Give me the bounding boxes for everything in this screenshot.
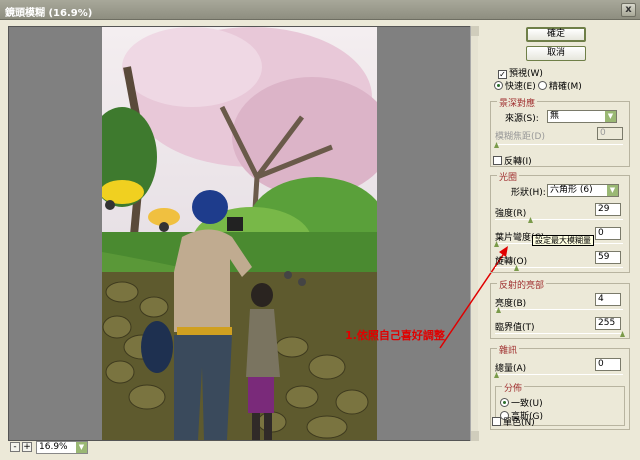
radio-icon — [538, 81, 547, 90]
threshold-slider[interactable] — [495, 333, 623, 334]
amount-input[interactable]: 0 — [595, 358, 621, 371]
cancel-button[interactable]: 取消 — [526, 46, 586, 61]
amount-label: 總量(A) — [495, 364, 527, 374]
preview-checkbox[interactable]: ✓ 預視(W) — [498, 66, 543, 79]
radius-thumb[interactable] — [528, 217, 533, 223]
radio-icon — [494, 81, 503, 90]
ok-button[interactable]: 確定 — [526, 27, 586, 42]
mono-checkbox[interactable]: 單色(N) — [492, 415, 535, 428]
chevron-down-icon: ▼ — [607, 185, 618, 196]
specular-group: 反射的亮部 亮度(B) 4 臨界值(T) 255 — [490, 278, 630, 339]
threshold-input[interactable]: 255 — [595, 317, 621, 330]
amount-slider[interactable] — [495, 374, 623, 375]
distribution-title: 分佈 — [502, 381, 525, 394]
checkbox-icon — [493, 156, 502, 165]
uniform-radio[interactable]: 一致(U) — [500, 396, 543, 409]
annotation-text: 1.依照自己喜好調整 — [345, 329, 445, 342]
noise-title: 雜訊 — [497, 343, 520, 356]
source-select[interactable]: 無 ▼ — [547, 110, 617, 123]
depth-map-group: 景深對應 來源(S): 無 ▼ 模糊焦距(D) 0 反轉(I) — [490, 96, 630, 167]
threshold-label: 臨界值(T) — [495, 323, 535, 333]
iris-group: 光圈 形狀(H): 六角形 (6) ▼ 強度(R) 29 葉片彎度(C) 0 旋… — [490, 170, 630, 273]
radius-slider[interactable] — [495, 219, 623, 220]
rotation-slider[interactable] — [495, 267, 623, 268]
radius-input[interactable]: 29 — [595, 203, 621, 216]
check-icon: ✓ — [498, 70, 507, 79]
threshold-thumb[interactable] — [620, 331, 625, 337]
precise-radio[interactable]: 精確(M) — [538, 79, 582, 92]
source-label: 來源(S): — [505, 114, 539, 124]
chevron-down-icon: ▼ — [605, 111, 616, 122]
rotation-input[interactable]: 59 — [595, 251, 621, 264]
iris-title: 光圈 — [497, 170, 520, 183]
blur-focal-input[interactable]: 0 — [597, 127, 623, 140]
radio-icon — [500, 398, 509, 407]
blur-focal-slider[interactable] — [495, 144, 623, 145]
rotation-label: 旋轉(O) — [495, 257, 528, 267]
radius-tooltip: 設定最大模糊量 — [532, 235, 594, 246]
checkbox-icon — [492, 417, 501, 426]
radius-label: 強度(R) — [495, 209, 527, 219]
specular-title: 反射的亮部 — [497, 278, 547, 291]
invert-checkbox[interactable]: 反轉(I) — [493, 154, 532, 167]
shape-select[interactable]: 六角形 (6) ▼ — [547, 184, 619, 197]
blur-focal-label: 模糊焦距(D) — [495, 132, 545, 142]
brightness-input[interactable]: 4 — [595, 293, 621, 306]
depth-map-title: 景深對應 — [497, 96, 538, 109]
brightness-slider[interactable] — [495, 309, 623, 310]
fast-radio[interactable]: 快速(E) — [494, 79, 536, 92]
shape-label: 形狀(H): — [511, 188, 546, 198]
curvature-input[interactable]: 0 — [595, 227, 621, 240]
brightness-label: 亮度(B) — [495, 299, 527, 309]
blur-focal-thumb[interactable] — [494, 142, 499, 148]
